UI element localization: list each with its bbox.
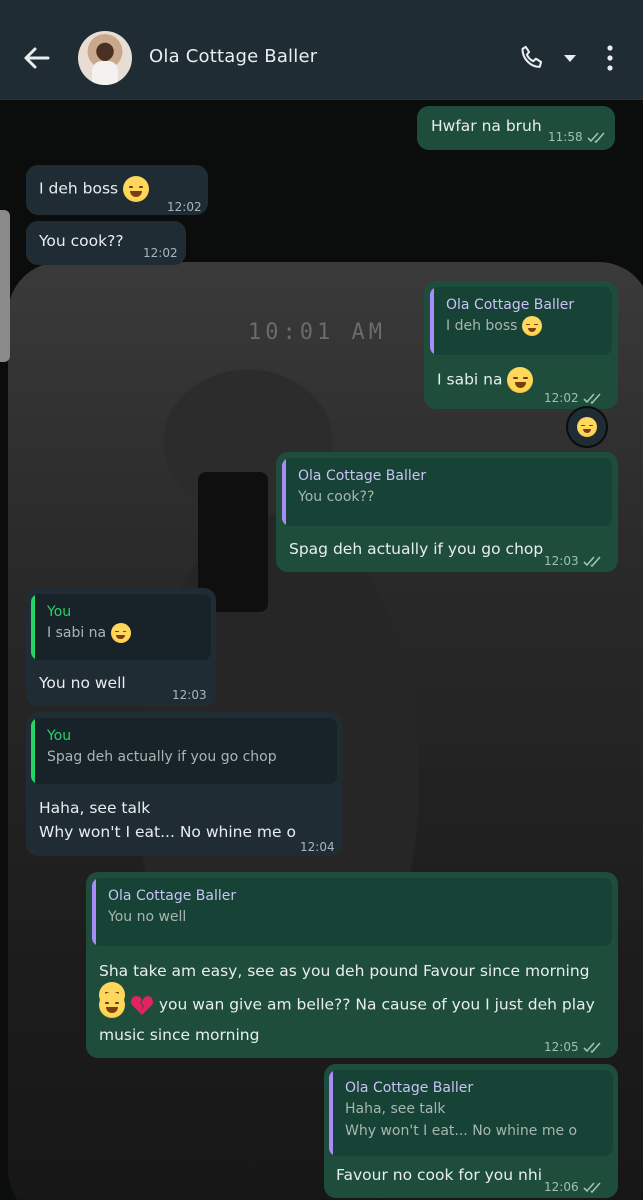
relieved-face-emoji-icon: [123, 176, 150, 202]
quoted-message[interactable]: Ola Cottage Baller I deh boss: [430, 287, 612, 355]
message-time: 12:06: [544, 1176, 605, 1198]
scrollbar[interactable]: [0, 210, 10, 362]
message-bubble-incoming[interactable]: You Spag deh actually if you go chop Hah…: [26, 712, 342, 856]
read-ticks-icon: [583, 1042, 601, 1053]
message-bubble-incoming[interactable]: I deh boss 12:02: [26, 165, 208, 215]
message-time: 12:02: [167, 200, 202, 214]
message-text: Haha, see talk: [39, 799, 151, 817]
tears-of-joy-emoji-icon: [99, 992, 125, 1018]
message-text: I deh boss: [39, 176, 150, 202]
back-arrow-icon[interactable]: [18, 40, 54, 76]
contact-avatar[interactable]: [78, 31, 132, 85]
message-time: 12:05: [544, 1036, 605, 1058]
message-time: 12:02: [143, 246, 178, 260]
chat-area[interactable]: 10:01 AM Hwfar na bruh 11:58 I deh boss …: [0, 100, 643, 1200]
message-text: Hwfar na bruh: [431, 117, 542, 135]
message-time: 12:03: [544, 550, 605, 572]
read-ticks-icon: [587, 132, 605, 143]
message-text: Spag deh actually if you go chop: [289, 540, 544, 558]
message-bubble-incoming[interactable]: You cook?? 12:02: [26, 221, 186, 265]
message-text: Why won't I eat... No whine me o: [39, 823, 296, 841]
quoted-sender: You: [47, 604, 72, 620]
quoted-text: I deh boss: [446, 315, 600, 337]
more-vertical-icon[interactable]: [598, 40, 622, 76]
message-text: You cook??: [39, 232, 124, 250]
quoted-sender: Ola Cottage Baller: [108, 888, 237, 904]
read-ticks-icon: [583, 556, 601, 567]
message-bubble-outgoing[interactable]: Ola Cottage Baller Haha, see talk Why wo…: [324, 1064, 618, 1198]
wallpaper-time-stamp: 10:01 AM: [248, 320, 386, 345]
broken-heart-emoji-icon: [131, 996, 153, 1015]
quoted-sender: Ola Cottage Baller: [446, 297, 575, 313]
quoted-text: Haha, see talk: [345, 1101, 446, 1117]
phone-icon[interactable]: [514, 40, 550, 76]
message-time: 12:03: [172, 688, 207, 702]
message-bubble-outgoing[interactable]: Ola Cottage Baller You cook?? Spag deh a…: [276, 452, 618, 572]
quoted-sender: Ola Cottage Baller: [298, 468, 427, 484]
message-text: music since morning: [99, 1026, 260, 1044]
message-text: Favour no cook for you nhi: [336, 1166, 542, 1184]
quoted-text: Why won't I eat... No whine me o: [345, 1123, 578, 1139]
reaction-badge[interactable]: [566, 406, 608, 448]
quoted-message[interactable]: You Spag deh actually if you go chop: [31, 718, 337, 784]
dropdown-caret-icon[interactable]: [560, 48, 580, 68]
contact-name[interactable]: Ola Cottage Baller: [149, 46, 317, 67]
message-time: 12:02: [544, 387, 605, 409]
message-time: 11:58: [548, 126, 609, 148]
quoted-message[interactable]: Ola Cottage Baller Haha, see talk Why wo…: [329, 1070, 613, 1156]
quoted-text: I sabi na: [47, 622, 199, 644]
tears-of-joy-emoji-icon: [110, 623, 131, 643]
relieved-face-emoji-icon: [521, 316, 542, 336]
message-time: 12:04: [300, 840, 335, 854]
message-bubble-incoming[interactable]: You I sabi na You no well 12:03: [26, 588, 216, 706]
tears-of-joy-emoji-icon: [577, 417, 597, 437]
quoted-message[interactable]: Ola Cottage Baller You no well: [92, 878, 612, 946]
chat-header: Ola Cottage Baller: [0, 0, 643, 100]
message-text: you wan give am belle?? Na cause of you …: [99, 992, 595, 1018]
message-bubble-outgoing[interactable]: Hwfar na bruh 11:58: [417, 106, 615, 150]
quoted-text: You no well: [108, 909, 187, 925]
message-text: You no well: [39, 674, 126, 692]
quoted-message[interactable]: Ola Cottage Baller You cook??: [282, 458, 612, 526]
quoted-sender: Ola Cottage Baller: [345, 1080, 474, 1096]
message-bubble-outgoing[interactable]: Ola Cottage Baller I deh boss I sabi na …: [424, 281, 618, 409]
read-ticks-icon: [583, 393, 601, 404]
quoted-message[interactable]: You I sabi na: [31, 594, 211, 660]
read-ticks-icon: [583, 1182, 601, 1193]
message-bubble-outgoing[interactable]: Ola Cottage Baller You no well Sha take …: [86, 872, 618, 1058]
quoted-sender: You: [47, 728, 72, 744]
message-text: I sabi na: [437, 367, 534, 393]
quoted-text: You cook??: [298, 489, 375, 505]
tears-of-joy-emoji-icon: [507, 367, 534, 393]
quoted-text: Spag deh actually if you go chop: [47, 749, 277, 765]
